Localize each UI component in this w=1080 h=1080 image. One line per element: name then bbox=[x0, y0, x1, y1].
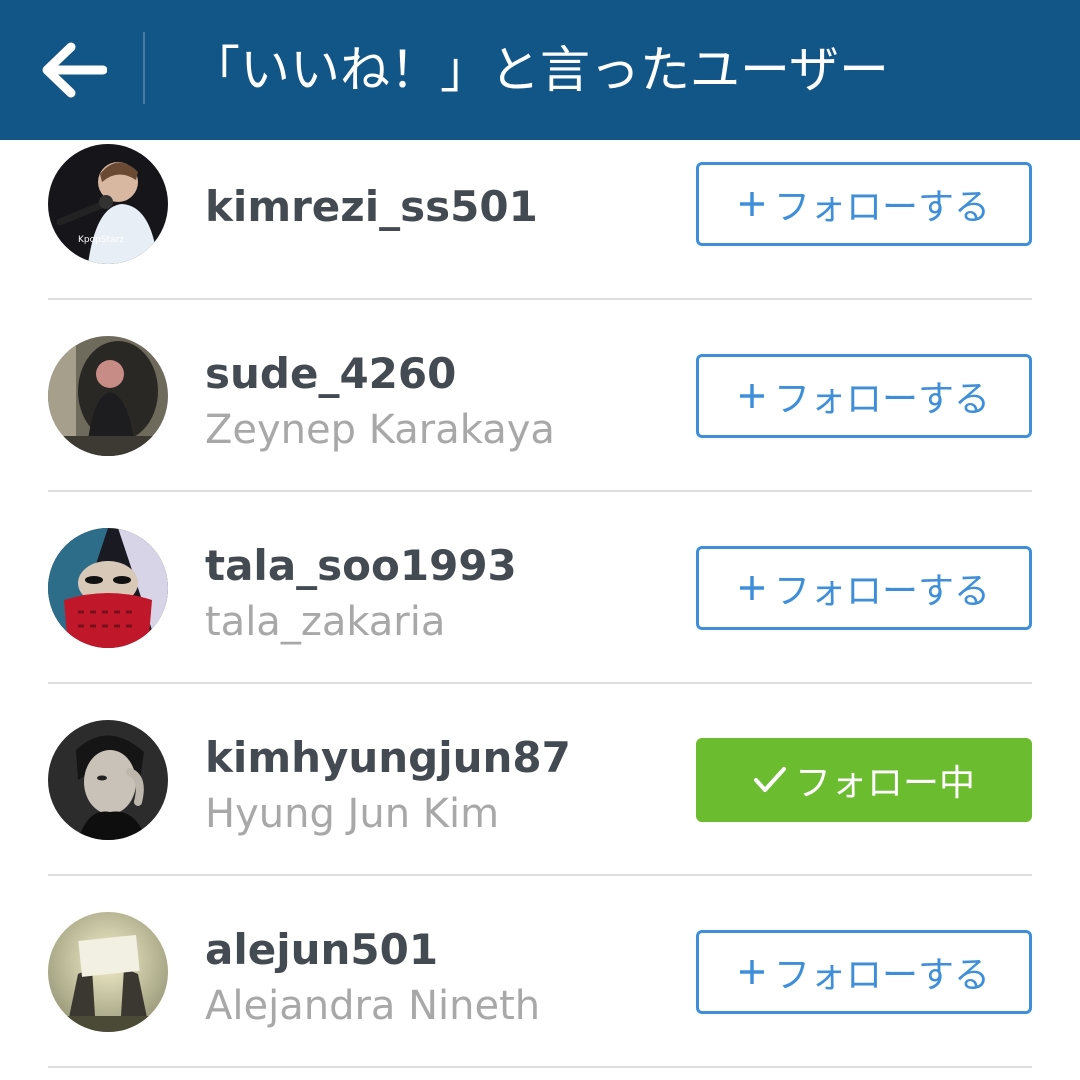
avatar[interactable] bbox=[48, 912, 168, 1032]
following-button[interactable]: フォロー中 bbox=[696, 738, 1032, 822]
list-item[interactable]: alejun501 Alejandra Nineth フォローする bbox=[0, 876, 1080, 1068]
user-names: kimhyungjun87 Hyung Jun Kim bbox=[205, 730, 571, 842]
follow-button-label: フォローする bbox=[773, 379, 990, 420]
arrow-left-icon bbox=[42, 42, 107, 98]
page-title: 「いいね！」と言ったユーザー bbox=[190, 41, 889, 99]
follow-button-label: フォローする bbox=[773, 955, 990, 996]
follow-button-label: フォローする bbox=[773, 187, 990, 228]
username[interactable]: kimhyungjun87 bbox=[205, 730, 571, 786]
user-names: sude_4260 Zeynep Karakaya bbox=[205, 346, 555, 458]
avatar[interactable]: KpopStarz bbox=[48, 144, 168, 264]
back-button[interactable] bbox=[22, 20, 122, 120]
follow-button[interactable]: フォローする bbox=[696, 354, 1032, 438]
list-item[interactable]: tala_soo1993 tala_zakaria フォローする bbox=[0, 492, 1080, 684]
avatar[interactable] bbox=[48, 720, 168, 840]
avatar[interactable] bbox=[48, 336, 168, 456]
list-item[interactable]: kimhyungjun87 Hyung Jun Kim フォロー中 bbox=[0, 684, 1080, 876]
plus-icon bbox=[738, 382, 766, 410]
user-names: alejun501 Alejandra Nineth bbox=[205, 922, 540, 1034]
list-item[interactable]: sude_4260 Zeynep Karakaya フォローする bbox=[0, 300, 1080, 492]
plus-icon bbox=[738, 190, 766, 218]
username[interactable]: tala_soo1993 bbox=[205, 538, 517, 594]
user-names: tala_soo1993 tala_zakaria bbox=[205, 538, 517, 650]
row-divider bbox=[48, 1066, 1032, 1068]
plus-icon bbox=[738, 574, 766, 602]
list-item[interactable]: KpopStarz kimrezi_ss501 フォローする bbox=[0, 140, 1080, 300]
follow-button[interactable]: フォローする bbox=[696, 162, 1032, 246]
username[interactable]: kimrezi_ss501 bbox=[205, 179, 538, 235]
plus-icon bbox=[738, 958, 766, 986]
full-name: Alejandra Nineth bbox=[205, 983, 541, 1029]
username[interactable]: alejun501 bbox=[205, 922, 540, 978]
user-names: kimrezi_ss501 bbox=[205, 179, 538, 235]
top-app-bar: 「いいね！」と言ったユーザー bbox=[0, 0, 1080, 140]
full-name: Zeynep Karakaya bbox=[205, 407, 555, 453]
check-icon bbox=[753, 765, 787, 795]
svg-text:KpopStarz: KpopStarz bbox=[78, 235, 124, 245]
username[interactable]: sude_4260 bbox=[205, 346, 555, 402]
full-name: Hyung Jun Kim bbox=[205, 791, 500, 837]
avatar[interactable] bbox=[48, 528, 168, 648]
liker-list: KpopStarz kimrezi_ss501 フォローする sude_4260… bbox=[0, 140, 1080, 1068]
following-button-label: フォロー中 bbox=[794, 763, 975, 804]
follow-button-label: フォローする bbox=[773, 571, 990, 612]
full-name: tala_zakaria bbox=[205, 599, 446, 645]
header-divider bbox=[143, 32, 145, 104]
follow-button[interactable]: フォローする bbox=[696, 546, 1032, 630]
follow-button[interactable]: フォローする bbox=[696, 930, 1032, 1014]
